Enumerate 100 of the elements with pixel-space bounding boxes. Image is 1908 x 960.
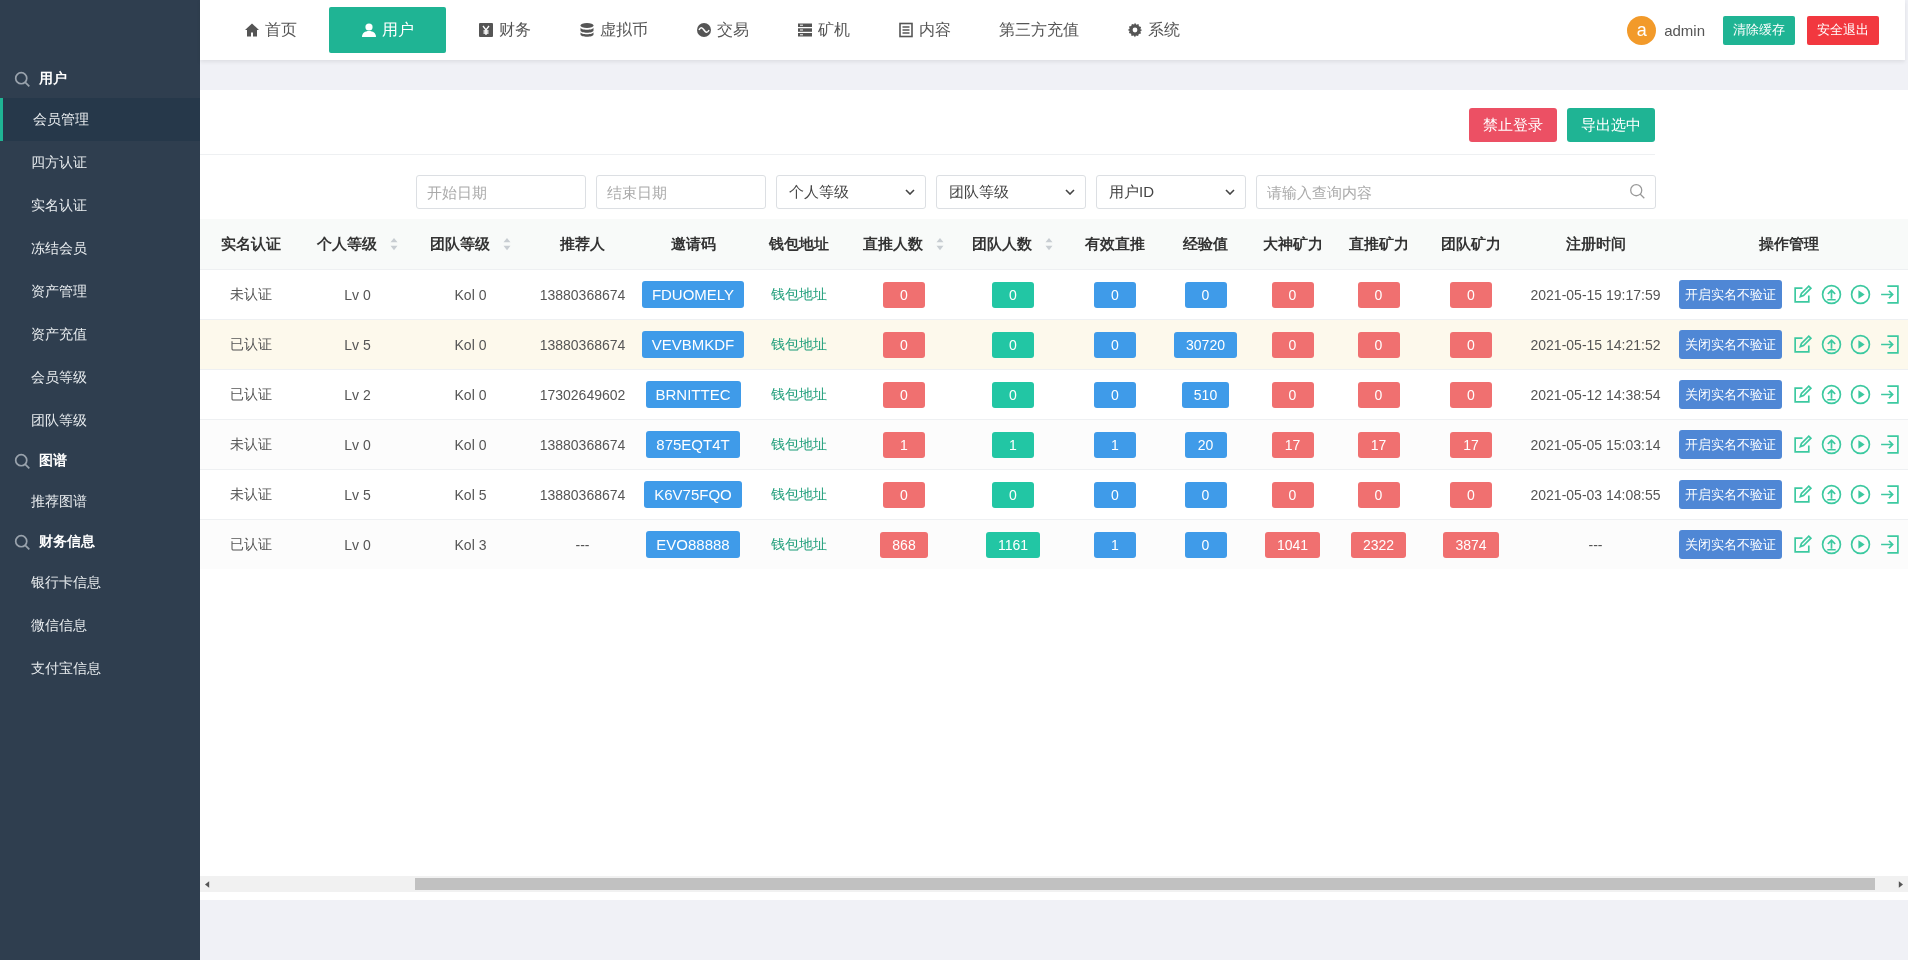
table-cell: 13880368674 [539, 336, 626, 353]
upload-icon[interactable] [1820, 534, 1842, 555]
play-icon[interactable] [1849, 384, 1871, 405]
sort-icon[interactable] [935, 237, 945, 251]
wallet-link[interactable]: 钱包地址 [771, 385, 827, 402]
verify-toggle-button[interactable]: 关闭实名不验证 [1678, 330, 1782, 359]
edit-icon[interactable] [1791, 334, 1813, 355]
table-cell: 2021-05-05 15:03:14 [1530, 436, 1661, 453]
nav-tab[interactable]: 财务 [454, 7, 555, 53]
nav-tab[interactable]: 矿机 [773, 7, 874, 53]
sidebar-item[interactable]: 微信信息 [0, 604, 200, 647]
sort-icon[interactable] [501, 237, 512, 251]
select-field[interactable]: 用户ID [1096, 175, 1246, 209]
edit-icon[interactable] [1791, 534, 1813, 555]
table-cell: 已认证 [229, 335, 272, 352]
edit-icon[interactable] [1791, 384, 1813, 405]
sidebar-item[interactable]: 四方认证 [0, 141, 200, 184]
sidebar-item[interactable]: 会员管理 [0, 98, 200, 141]
scroll-left-icon[interactable] [205, 880, 210, 888]
horizontal-scrollbar[interactable] [200, 876, 1908, 892]
search-icon[interactable] [1629, 183, 1646, 200]
play-icon[interactable] [1849, 334, 1871, 355]
column-header: 团队等级 [429, 234, 490, 254]
verify-toggle-button[interactable]: 开启实名不验证 [1678, 480, 1782, 509]
verify-toggle-button[interactable]: 开启实名不验证 [1678, 280, 1782, 309]
login-icon[interactable] [1878, 434, 1900, 455]
table-row[interactable]: 已认证 Lv 5 Kol 0 13880368674 VEVBMKDF 钱包地址 0 0 0 30720 0 0 0 2021-05-15 14:21:52 关闭实名不验证 [200, 319, 1908, 370]
edit-icon[interactable] [1791, 284, 1813, 305]
count-tag: 0 [992, 481, 1034, 508]
sidebar-item[interactable]: 冻结会员 [0, 227, 200, 270]
count-tag: 0 [1450, 331, 1492, 358]
edit-icon[interactable] [1791, 434, 1813, 455]
sidebar-item[interactable]: 资产管理 [0, 270, 200, 313]
login-icon[interactable] [1878, 384, 1900, 405]
count-tag: 2322 [1350, 531, 1407, 558]
count-tag: 0 [1450, 281, 1492, 308]
upload-icon[interactable] [1820, 334, 1842, 355]
settings-icon [1127, 22, 1143, 38]
search-icon [14, 70, 31, 88]
login-icon[interactable] [1878, 484, 1900, 505]
play-icon[interactable] [1849, 434, 1871, 455]
count-tag: 1 [883, 431, 925, 458]
upload-icon[interactable] [1820, 284, 1842, 305]
select-field[interactable]: 团队等级 [936, 175, 1086, 209]
table-row[interactable]: 已认证 Lv 0 Kol 3 --- EVO88888 钱包地址 868 1161 1 0 1041 2322 3874 --- 关闭实名不验证 [200, 519, 1908, 569]
login-icon[interactable] [1878, 534, 1900, 555]
sidebar-item[interactable]: 实名认证 [0, 184, 200, 227]
date-field[interactable]: 开始日期 [416, 175, 586, 209]
nav-tab[interactable]: 内容 [874, 7, 975, 53]
login-icon[interactable] [1878, 334, 1900, 355]
username: admin [1664, 21, 1705, 39]
nav-tab[interactable]: 交易 [672, 7, 773, 53]
edit-icon[interactable] [1791, 484, 1813, 505]
sidebar-item[interactable]: 会员等级 [0, 356, 200, 399]
toolbar-button[interactable]: 禁止登录 [1469, 108, 1557, 142]
wallet-link[interactable]: 钱包地址 [771, 485, 827, 502]
count-tag: 0 [992, 331, 1034, 358]
sidebar-item[interactable]: 资产充值 [0, 313, 200, 356]
upload-icon[interactable] [1820, 384, 1842, 405]
sidebar-item[interactable]: 支付宝信息 [0, 647, 200, 690]
count-tag: 0 [1184, 281, 1227, 308]
sidebar-group-title: 图谱 [39, 452, 67, 470]
nav-tab[interactable]: 系统 [1103, 7, 1204, 53]
sort-icon[interactable] [388, 237, 399, 251]
verify-toggle-button[interactable]: 开启实名不验证 [1678, 430, 1782, 459]
login-icon[interactable] [1878, 284, 1900, 305]
count-tag: 0 [1271, 281, 1314, 308]
verify-toggle-button[interactable]: 关闭实名不验证 [1678, 380, 1782, 409]
nav-tab[interactable]: 首页 [220, 7, 321, 53]
wallet-link[interactable]: 钱包地址 [771, 285, 827, 302]
play-icon[interactable] [1849, 284, 1871, 305]
sort-icon[interactable] [1044, 237, 1054, 251]
column-header: 直推矿力 [1348, 234, 1409, 254]
select-field[interactable]: 个人等级 [776, 175, 926, 209]
nav-tab[interactable]: 虚拟币 [555, 7, 672, 53]
nav-tab[interactable]: 第三方充值 [975, 7, 1103, 53]
sidebar-item[interactable]: 推荐图谱 [0, 480, 200, 523]
count-tag: 0 [1450, 481, 1492, 508]
server-icon [797, 22, 813, 38]
invite-code: K6V75FQO [644, 481, 742, 508]
play-icon[interactable] [1849, 534, 1871, 555]
verify-toggle-button[interactable]: 关闭实名不验证 [1678, 530, 1782, 559]
table-row[interactable]: 未认证 Lv 0 Kol 0 13880368674 875EQT4T 钱包地址 1 1 1 20 17 17 17 2021-05-05 15:03:14 开启实名不验证 [200, 419, 1908, 470]
upload-icon[interactable] [1820, 434, 1842, 455]
table-cell: 13880368674 [539, 486, 626, 503]
play-icon[interactable] [1849, 484, 1871, 505]
count-tag: 1161 [985, 531, 1041, 558]
search-field[interactable]: 请输入查询内容 [1256, 175, 1656, 209]
sidebar-item[interactable]: 银行卡信息 [0, 561, 200, 604]
invite-code: 875EQT4T [646, 431, 740, 458]
table-cell: --- [575, 536, 590, 553]
header-button[interactable]: 安全退出 [1807, 15, 1879, 45]
sidebar-item[interactable]: 团队等级 [0, 399, 200, 442]
table-cell: Kol 0 [454, 336, 487, 353]
table-cell: Lv 2 [344, 386, 371, 403]
count-tag: 510 [1181, 381, 1230, 408]
scroll-right-icon[interactable] [1898, 880, 1903, 888]
date-field[interactable]: 结束日期 [596, 175, 766, 209]
invite-code: EVO88888 [646, 531, 740, 558]
upload-icon[interactable] [1820, 484, 1842, 505]
